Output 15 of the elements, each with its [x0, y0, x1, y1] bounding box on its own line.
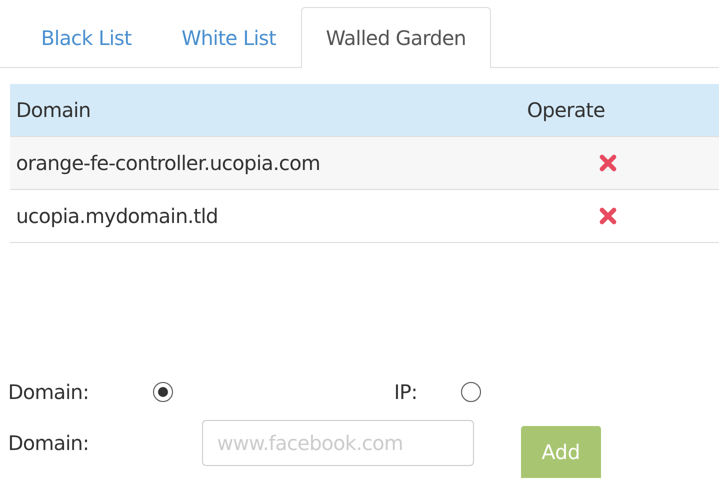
- column-header: Operate: [526, 98, 606, 122]
- tab[interactable]: Walled Garden: [300, 7, 491, 68]
- option-label: Domain:: [8, 380, 90, 404]
- tab[interactable]: Black List: [16, 7, 156, 68]
- table-cell-text: ucopia.mydomain.tld: [15, 204, 219, 228]
- add-button[interactable]: Add: [521, 426, 601, 478]
- option-label: IP:: [394, 380, 418, 404]
- radio-button[interactable]: [153, 382, 173, 402]
- delete-icon[interactable]: [599, 207, 617, 225]
- field-label: Domain:: [8, 431, 90, 455]
- delete-icon[interactable]: [599, 154, 617, 172]
- column-header: Domain: [15, 98, 92, 122]
- table-cell-text: orange-fe-controller.ucopia.com: [15, 151, 322, 175]
- radio-button[interactable]: [461, 382, 481, 402]
- tab[interactable]: White List: [156, 7, 301, 68]
